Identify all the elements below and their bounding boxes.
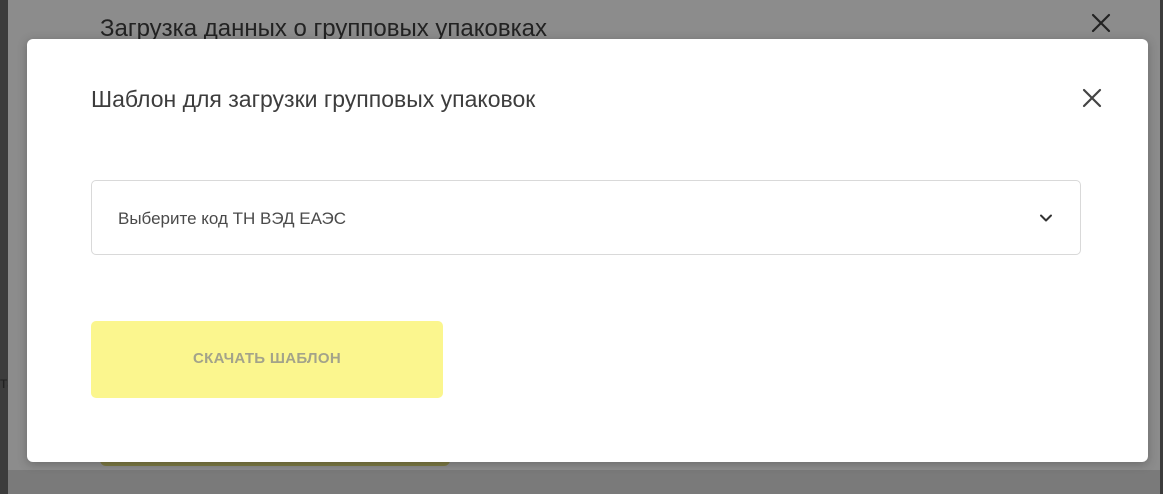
background-footer [8,470,1160,494]
dialog-title: Шаблон для загрузки групповых упаковок [91,86,536,112]
template-dialog: Шаблон для загрузки групповых упаковок В… [27,39,1148,462]
tnved-code-select[interactable]: Выберите код ТН ВЭД ЕАЭС [91,180,1081,255]
background-side-text: та [0,375,8,392]
download-template-button[interactable]: СКАЧАТЬ ШАБЛОН [91,321,443,398]
select-placeholder: Выберите код ТН ВЭД ЕАЭС [118,209,347,228]
close-icon[interactable] [1079,85,1105,111]
download-template-label: СКАЧАТЬ ШАБЛОН [193,350,341,367]
chevron-down-icon [1040,214,1052,222]
close-icon [1091,13,1111,33]
